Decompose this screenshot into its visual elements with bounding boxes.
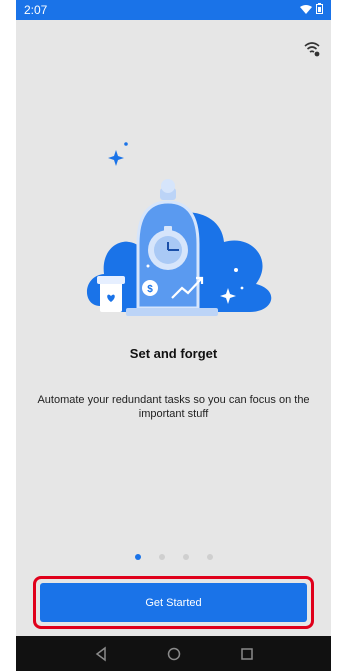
wifi-settings-icon[interactable] — [303, 40, 321, 58]
onboarding-description: Automate your redundant tasks so you can… — [37, 394, 310, 420]
home-icon[interactable] — [165, 645, 183, 663]
recents-icon[interactable] — [238, 645, 256, 663]
page-indicator — [16, 554, 331, 560]
status-bar: 2:07 — [16, 0, 331, 20]
stopwatch-cloud-illustration: $ — [86, 142, 272, 316]
page-dot-2[interactable] — [158, 554, 165, 560]
onboarding-title: Set and forget — [129, 346, 218, 361]
status-time: 2:07 — [24, 3, 48, 17]
battery-icon — [316, 3, 323, 14]
get-started-button[interactable]: Get Started — [40, 583, 307, 622]
page-dot-1[interactable] — [134, 554, 141, 560]
page-dot-3[interactable] — [182, 554, 189, 560]
status-icons — [300, 3, 323, 14]
back-icon[interactable] — [92, 645, 110, 663]
page-dot-4[interactable] — [206, 554, 213, 560]
wifi-icon — [300, 4, 312, 14]
system-nav-bar — [16, 636, 331, 671]
svg-text:$: $ — [147, 284, 153, 295]
app-screen: 2:07 $ Set and forget Automate your redu… — [16, 0, 331, 671]
